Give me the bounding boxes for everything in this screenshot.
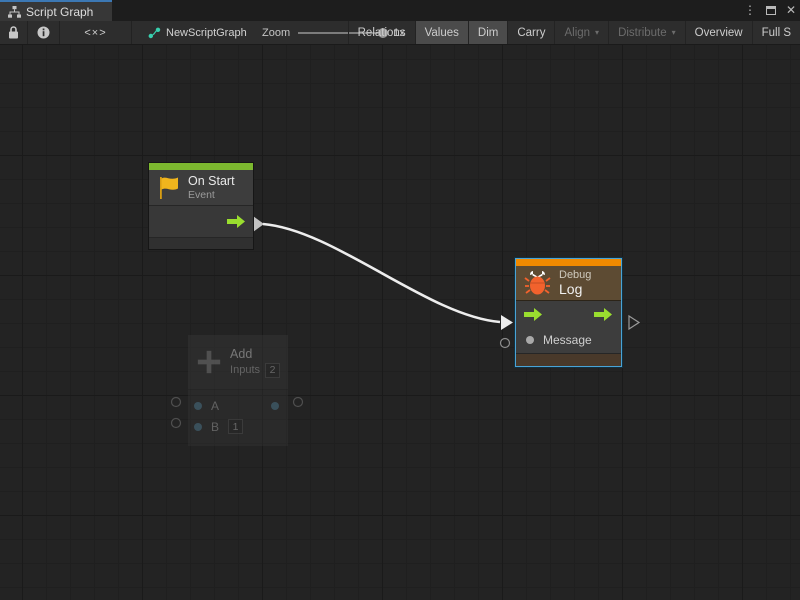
node-title: On Start <box>188 174 235 188</box>
inputs-count-field[interactable]: 2 <box>265 363 280 378</box>
info-icon <box>37 26 50 39</box>
align-dropdown[interactable]: Align ▾ <box>554 21 608 44</box>
inputs-label: Inputs <box>230 364 260 376</box>
node-add[interactable]: Add Inputs 2 A B 1 <box>188 335 288 446</box>
wire-end-arrow <box>501 315 513 330</box>
trigger-output-port[interactable] <box>227 214 246 229</box>
debug-flow-row <box>516 301 621 327</box>
relations-button[interactable]: Relations <box>348 21 415 44</box>
add-input-a-ring[interactable] <box>172 398 181 407</box>
values-button[interactable]: Values <box>415 21 468 44</box>
input-a-port[interactable] <box>194 402 202 410</box>
trigger-wire[interactable] <box>263 224 500 322</box>
node-footer <box>516 354 621 366</box>
debug-header: Debug Log <box>516 266 621 301</box>
carry-button[interactable]: Carry <box>507 21 554 44</box>
chevron-down-icon: ▾ <box>595 28 599 37</box>
chevron-down-icon: ▾ <box>672 28 676 37</box>
dim-button[interactable]: Dim <box>468 21 507 44</box>
tab-label: Script Graph <box>26 5 93 19</box>
graph-asset-icon <box>148 27 161 39</box>
node-title: Add <box>230 347 280 361</box>
kebab-menu-icon[interactable]: ⋮ <box>744 0 756 21</box>
on-start-output-connector[interactable] <box>253 216 264 232</box>
add-header: Add Inputs 2 <box>188 335 288 390</box>
sum-output-port[interactable] <box>271 402 279 410</box>
code-icon: <×> <box>84 27 106 39</box>
lock-icon <box>8 26 19 39</box>
input-b-label: B <box>211 420 219 434</box>
wires-layer <box>0 45 800 600</box>
debug-output-connector[interactable] <box>629 316 639 329</box>
toolbar-left-group: <×> <box>0 21 132 44</box>
event-accent-bar <box>149 163 253 170</box>
script-graph-window: Script Graph ⋮ ✕ <box>0 0 800 600</box>
input-b-value-field[interactable]: 1 <box>228 419 243 434</box>
maximize-icon[interactable] <box>766 6 776 15</box>
node-subtitle: Event <box>188 189 235 201</box>
node-on-start[interactable]: On Start Event <box>149 163 253 249</box>
distribute-dropdown[interactable]: Distribute ▾ <box>608 21 685 44</box>
graph-asset-name: NewScriptGraph <box>166 27 247 39</box>
flag-icon <box>157 175 180 201</box>
overview-button[interactable]: Overview <box>685 21 752 44</box>
toolbar-actions: Relations Values Dim Carry Align ▾ Distr… <box>348 21 800 44</box>
node-title: Log <box>559 281 591 297</box>
bug-icon <box>524 269 551 297</box>
debug-accent-bar <box>516 259 621 266</box>
lock-button[interactable] <box>0 21 28 44</box>
node-footer <box>149 238 253 249</box>
script-graph-icon <box>8 6 21 18</box>
debug-message-port-ring[interactable] <box>501 339 510 348</box>
message-input-port[interactable] <box>526 336 534 344</box>
on-start-header: On Start Event <box>149 170 253 206</box>
input-a-label: A <box>211 399 219 413</box>
add-input-b-ring[interactable] <box>172 419 181 428</box>
tab-script-graph[interactable]: Script Graph <box>0 0 112 21</box>
graph-toolbar: <×> NewScriptGraph Zoom 1x Relations Val… <box>0 21 800 45</box>
title-bar: Script Graph ⋮ ✕ <box>0 0 800 21</box>
add-output-ring[interactable] <box>294 398 303 407</box>
plus-icon <box>196 348 222 376</box>
graph-canvas[interactable]: On Start Event <box>0 45 800 600</box>
fullscreen-button[interactable]: Full S <box>752 21 800 44</box>
inspector-button[interactable] <box>28 21 60 44</box>
trigger-output-port[interactable] <box>594 307 613 322</box>
add-body: A B 1 <box>188 390 288 446</box>
on-start-body <box>149 206 253 238</box>
trigger-input-port[interactable] <box>524 307 543 322</box>
node-category: Debug <box>559 269 591 281</box>
graph-asset-chip[interactable]: NewScriptGraph <box>148 21 247 44</box>
close-icon[interactable]: ✕ <box>786 0 796 21</box>
zoom-label: Zoom <box>262 27 290 39</box>
window-controls: ⋮ ✕ <box>744 0 796 21</box>
input-b-port[interactable] <box>194 423 202 431</box>
debug-message-row: Message <box>516 327 621 353</box>
node-debug-log[interactable]: Debug Log Message <box>515 258 622 367</box>
add-row-b: B 1 <box>188 416 288 437</box>
debug-body: Message <box>516 301 621 354</box>
add-row-a: A <box>188 395 288 416</box>
message-label: Message <box>543 333 592 347</box>
edit-script-button[interactable]: <×> <box>60 21 132 44</box>
